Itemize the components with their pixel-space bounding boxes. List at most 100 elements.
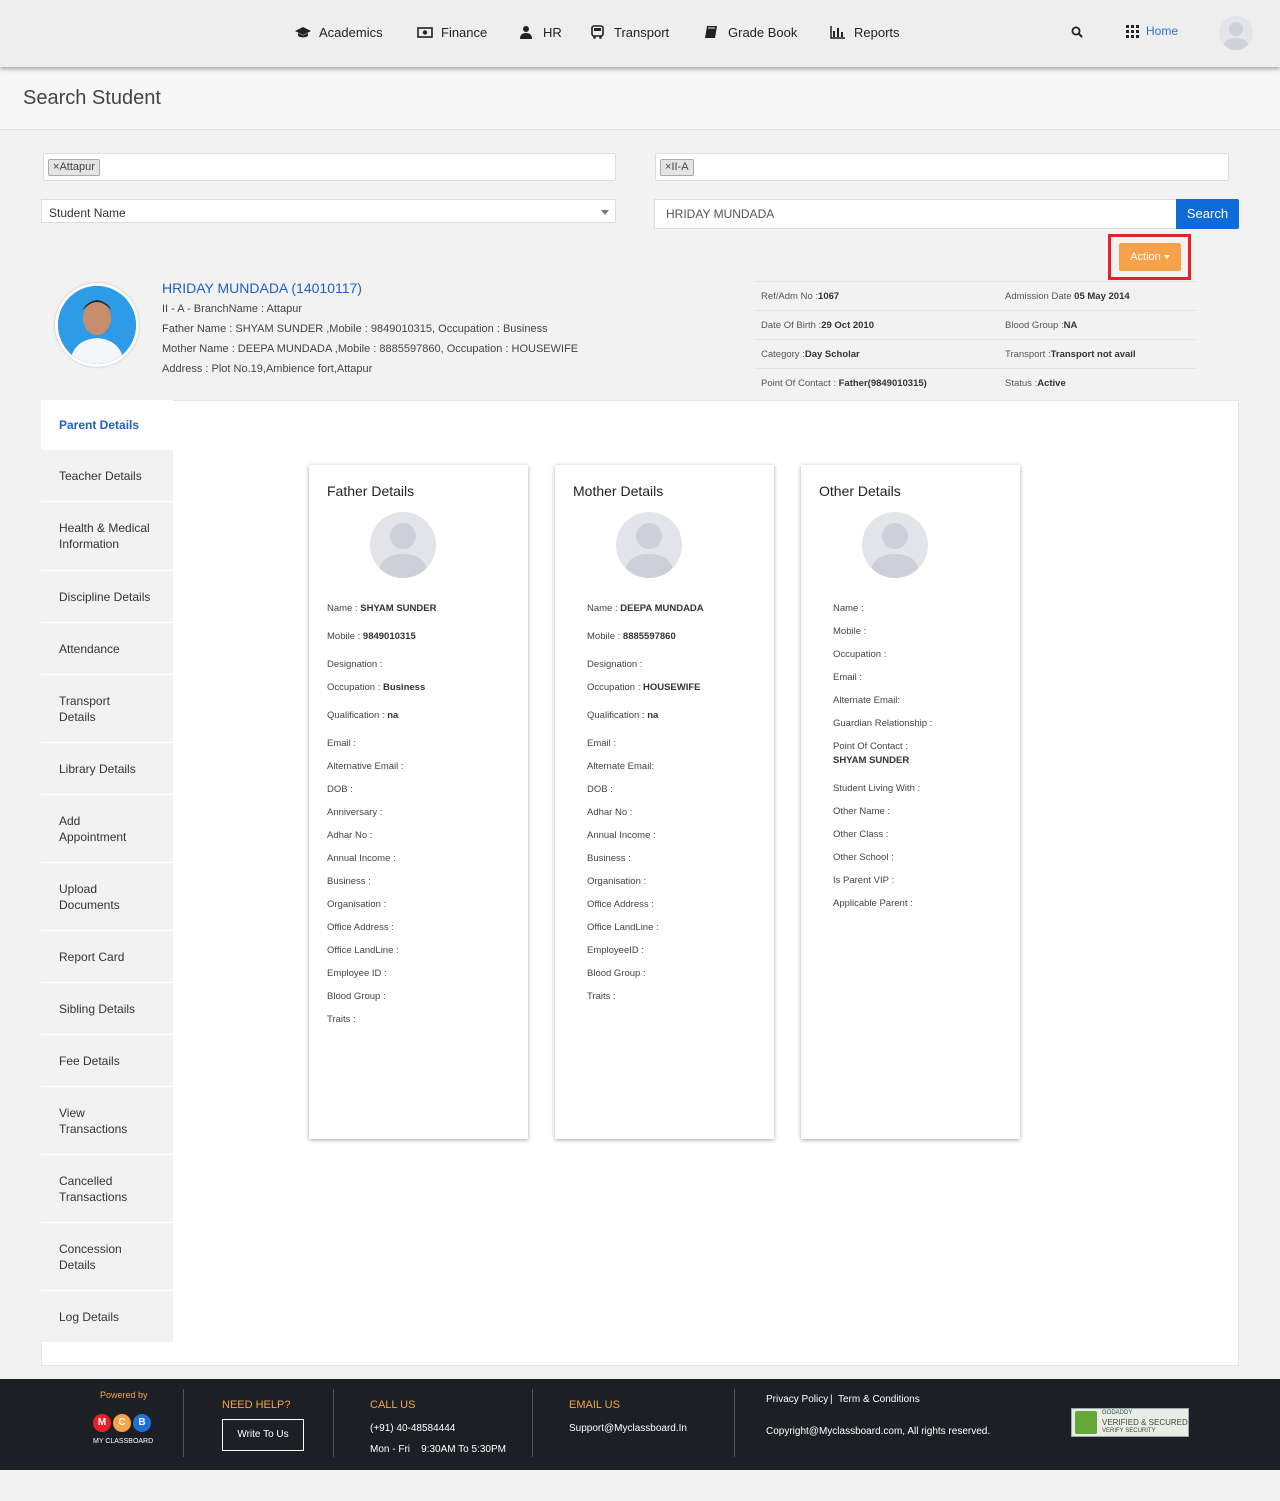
bus-icon	[591, 25, 604, 39]
mcb-logo: M C B	[93, 1414, 153, 1432]
detail-field: Office Address :	[587, 899, 654, 910]
nav-hr[interactable]: HR	[519, 23, 562, 41]
avatar-placeholder-icon	[1223, 22, 1249, 50]
field-value: HOUSEWIFE	[642, 682, 701, 693]
sidebar-item-add-appointment[interactable]: Add Appointment	[41, 795, 173, 863]
detail-field: Office Address :	[327, 922, 394, 933]
sidebar-item-sibling[interactable]: Sibling Details	[41, 983, 173, 1035]
student-photo	[55, 283, 139, 367]
brand-name: MY CLASSBOARD	[93, 1438, 154, 1445]
info-value: Active	[1037, 378, 1066, 389]
field-label: Organisation :	[327, 899, 387, 910]
sidebar-item-discipline[interactable]: Discipline Details	[41, 571, 173, 623]
nav-academics[interactable]: Academics	[295, 23, 383, 41]
branch-tag[interactable]: ×Attapur	[48, 159, 100, 176]
field-label: Organisation :	[587, 876, 647, 887]
detail-field: Business :	[587, 853, 631, 864]
copyright: Copyright@Myclassboard.com, All rights r…	[766, 1426, 991, 1437]
card-title: Father Details	[327, 483, 415, 499]
field-label: Employee ID :	[327, 968, 387, 979]
detail-field: Student Living With :	[833, 783, 920, 794]
money-icon	[417, 27, 433, 38]
field-label: Traits :	[587, 991, 616, 1002]
field-label: DOB :	[587, 784, 613, 795]
nav-reports-label: Reports	[854, 24, 900, 40]
nav-transport[interactable]: Transport	[590, 23, 669, 41]
field-label: Blood Group :	[327, 991, 386, 1002]
terms-link[interactable]: Term & Conditions	[838, 1394, 920, 1405]
field-value: na	[387, 710, 399, 721]
detail-field: Qualification : na	[587, 710, 658, 721]
student-class-branch: II - A - BranchName : Attapur	[162, 303, 303, 315]
field-value: 8885597860	[622, 631, 676, 642]
father-details-card: Father Details Name : SHYAM SUNDER Mobile…	[309, 465, 528, 1139]
phone-number[interactable]: (+91) 40-48584444	[370, 1423, 455, 1434]
detail-field: Email :	[327, 738, 356, 749]
sidebar-item-transport[interactable]: Transport Details	[41, 675, 173, 743]
page-header: Search Student	[0, 67, 1280, 130]
user-avatar[interactable]	[1219, 16, 1253, 50]
sidebar-item-library[interactable]: Library Details	[41, 743, 173, 795]
detail-field: Name : SHYAM SUNDER	[327, 603, 436, 614]
student-name[interactable]: HRIDAY MUNDADA (14010117)	[162, 280, 362, 296]
sidebar-item-report-card[interactable]: Report Card	[41, 931, 173, 983]
info-label: Date Of Birth :	[761, 320, 822, 331]
class-select[interactable]: ×II-A	[655, 153, 1229, 181]
sidebar-item-fee[interactable]: Fee Details	[41, 1035, 173, 1087]
sidebar-item-concession[interactable]: Concession Details	[41, 1223, 173, 1291]
branch-select[interactable]: ×Attapur	[43, 153, 616, 181]
badge-line: GODADDY	[1102, 1410, 1133, 1416]
footer-divider	[734, 1389, 735, 1457]
sidebar-item-upload-documents[interactable]: Upload Documents	[41, 863, 173, 931]
card-title: Mother Details	[573, 483, 664, 499]
sidebar-item-view-transactions[interactable]: View Transactions	[41, 1087, 173, 1155]
field-label: Email :	[327, 738, 357, 749]
field-label: Other Class :	[833, 829, 889, 840]
field-label: Name :	[327, 603, 361, 614]
book-icon	[705, 26, 717, 38]
field-label: Student Living With :	[833, 783, 921, 794]
search-by-dropdown[interactable]: Student Name	[41, 199, 616, 223]
info-label: Point Of Contact :	[761, 378, 839, 389]
home-label: Home	[1146, 24, 1179, 38]
nav-grade-book[interactable]: Grade Book	[704, 23, 797, 41]
write-to-us-button[interactable]: Write To Us	[222, 1419, 304, 1451]
info-label: Admission Date	[1005, 291, 1075, 302]
sidebar-item-attendance[interactable]: Attendance	[41, 623, 173, 675]
nav-reports[interactable]: Reports	[830, 23, 900, 41]
nav-finance[interactable]: Finance	[417, 23, 487, 41]
sidebar-item-health-medical[interactable]: Health & Medical Information	[41, 502, 173, 571]
support-email[interactable]: Support@Myclassboard.In	[569, 1423, 687, 1434]
detail-field: Occupation : Business	[327, 682, 425, 693]
detail-field: Adhar No :	[587, 807, 632, 818]
sidebar-item-parent-details[interactable]: Parent Details	[41, 400, 173, 450]
sidebar-item-teacher-details[interactable]: Teacher Details	[41, 450, 173, 502]
info-value: Transport not avail	[1050, 349, 1136, 360]
info-value: NA	[1063, 320, 1078, 331]
home-link[interactable]: Home	[1126, 24, 1178, 38]
sidebar-item-log-details[interactable]: Log Details	[41, 1291, 173, 1343]
sidebar-item-cancelled-transactions[interactable]: Cancelled Transactions	[41, 1155, 173, 1223]
bar-chart-icon	[830, 26, 845, 39]
field-label: Traits :	[327, 1014, 356, 1025]
search-button[interactable]: Search	[1176, 199, 1239, 229]
search-icon[interactable]	[1071, 26, 1083, 38]
footer-divider	[183, 1389, 184, 1457]
class-tag[interactable]: ×II-A	[660, 159, 694, 176]
lock-icon	[1075, 1411, 1097, 1434]
student-search-input[interactable]	[654, 199, 1177, 229]
detail-field: Mobile : 8885597860	[587, 631, 676, 642]
action-button[interactable]: Action	[1119, 243, 1181, 271]
field-label: Anniversary :	[327, 807, 383, 818]
card-title: Other Details	[819, 483, 901, 499]
field-label: Business :	[327, 876, 371, 887]
field-label: Mobile :	[587, 631, 623, 642]
godaddy-badge[interactable]: GODADDY VERIFIED & SECURED VERIFY SECURI…	[1071, 1408, 1189, 1437]
field-label: Occupation :	[587, 682, 643, 693]
field-label: Office Address :	[587, 899, 654, 910]
detail-field: EmployeeID :	[587, 945, 644, 956]
action-button-label: Action	[1130, 251, 1161, 263]
privacy-policy-link[interactable]: Privacy Policy	[766, 1394, 828, 1405]
nav-grade-book-label: Grade Book	[728, 24, 798, 40]
nav-transport-label: Transport	[614, 24, 670, 40]
